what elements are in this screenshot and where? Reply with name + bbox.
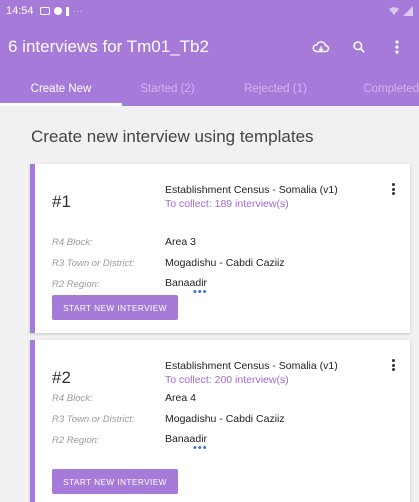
template-name: Establishment Census - Somalia (v1) [165,360,338,372]
show-more-dots[interactable]: ••• [193,442,208,454]
field-label-district: R3 Town or District: [52,414,135,425]
field-value-district: Mogadishu - Cabdi Caziiz [165,257,285,269]
field-label-district: R3 Town or District: [52,258,135,269]
tab-bar: Create New Started (2) Rejected (1) Comp… [0,72,419,106]
field-value-block: Area 3 [165,236,196,248]
signal-icon [403,6,413,16]
search-icon[interactable] [349,37,369,57]
field-label-block: R4 Block: [52,393,93,404]
notification-icon [53,7,62,15]
start-new-interview-button[interactable]: START NEW INTERVIEW [52,469,178,494]
tab-completed[interactable]: Completed [338,72,419,106]
message-icon [39,7,50,15]
template-card-2: #2 Establishment Census - Somalia (v1) T… [30,340,410,502]
wifi-icon [389,7,399,15]
cloud-sync-icon[interactable] [311,37,331,57]
app-bar: 6 interviews for Tm01_Tb2 [0,22,419,72]
field-label-region: R2 Region: [52,279,100,290]
field-label-region: R2 Region: [52,435,100,446]
template-name: Establishment Census - Somalia (v1) [165,184,338,196]
tab-started[interactable]: Started (2) [122,72,213,106]
tab-rejected[interactable]: Rejected (1) [213,72,338,106]
card-number: #2 [52,368,71,387]
card-menu-icon[interactable] [388,357,398,373]
section-title: Create new interview using templates [31,127,314,146]
show-more-dots[interactable]: ••• [193,286,208,298]
more-vert-icon[interactable] [387,37,407,57]
template-card-1: #1 Establishment Census - Somalia (v1) T… [30,164,410,333]
to-collect-count: To collect: 200 interview(s) [165,374,289,386]
start-new-interview-button[interactable]: START NEW INTERVIEW [52,295,178,320]
card-menu-icon[interactable] [388,181,398,197]
status-bar: 14:54 ··· [0,0,419,22]
battery-saver-icon [65,6,69,16]
field-label-block: R4 Block: [52,237,93,248]
page-title: 6 interviews for Tm01_Tb2 [8,37,209,56]
field-value-district: Mogadishu - Cabdi Caziiz [165,413,285,425]
field-value-block: Area 4 [165,392,196,404]
status-time: 14:54 [6,5,34,17]
to-collect-count: To collect: 189 interview(s) [165,198,289,210]
tab-create-new[interactable]: Create New [0,72,122,106]
more-notifications: ··· [72,5,83,17]
card-number: #1 [52,192,71,211]
